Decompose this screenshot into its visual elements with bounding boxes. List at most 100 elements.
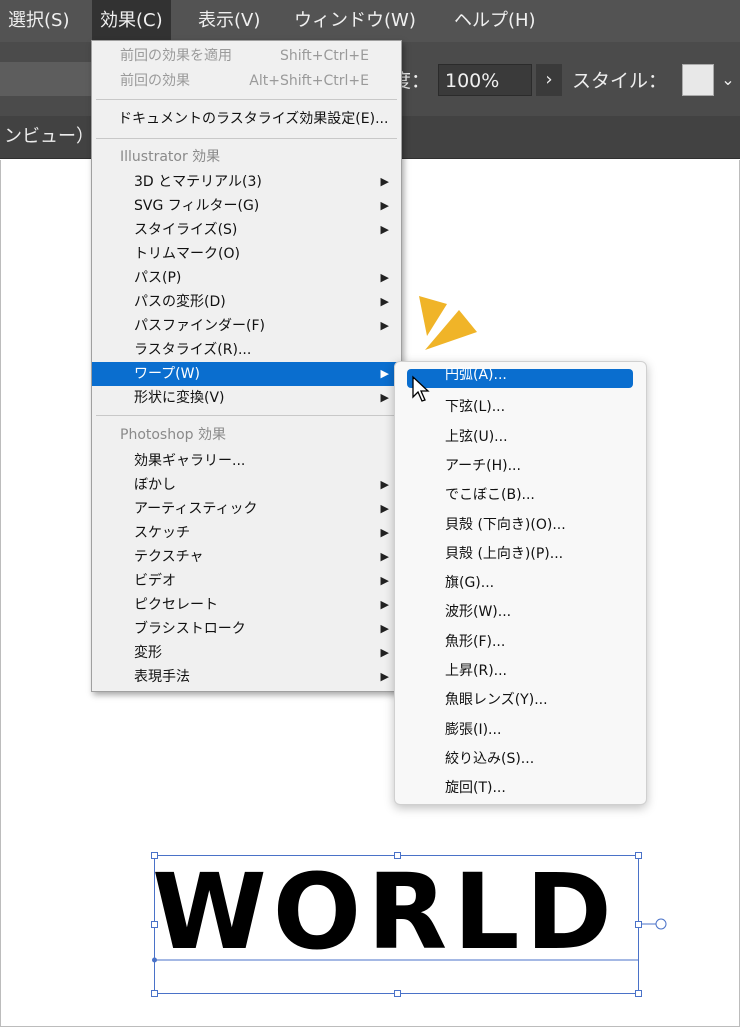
warp-item-label: 円弧(A)... — [445, 367, 507, 383]
menu-item-photoshop-2[interactable]: アーティスティック ▶ — [92, 497, 401, 521]
menu-item-label: 効果ギャラリー... — [134, 453, 246, 469]
warp-item-10[interactable]: 上昇(R)... — [395, 658, 646, 684]
menu-item-label: パスファインダー(F) — [134, 318, 265, 334]
menu-window[interactable]: ウィンドウ(W) — [286, 0, 424, 42]
menu-item-label: テクスチャ — [134, 549, 204, 565]
menu-view[interactable]: 表示(V) — [190, 0, 268, 42]
menu-item-photoshop-4[interactable]: テクスチャ ▶ — [92, 545, 401, 569]
warp-item-14[interactable]: 旋回(T)... — [395, 775, 646, 801]
selection-handle[interactable] — [151, 990, 158, 997]
submenu-arrow-icon: ▶ — [380, 550, 389, 563]
menu-item-label: スタイライズ(S) — [134, 222, 238, 238]
selection-handle[interactable] — [394, 990, 401, 997]
menu-item-illustrator-3[interactable]: トリムマーク(O) — [92, 242, 401, 266]
submenu-arrow-icon: ▶ — [380, 598, 389, 611]
selection-handle[interactable] — [635, 990, 642, 997]
warp-item-label: 下弦(L)... — [445, 399, 506, 416]
warp-item-11[interactable]: 魚眼レンズ(Y)... — [395, 687, 646, 713]
menu-help[interactable]: ヘルプ(H) — [446, 0, 544, 42]
menu-item-label: ぼかし — [134, 477, 176, 493]
menu-item-label: ワープ(W) — [134, 366, 200, 382]
menu-item-photoshop-7[interactable]: ブラシストローク ▶ — [92, 617, 401, 641]
menu-item-label: 変形 — [134, 645, 162, 661]
menu-select[interactable]: 選択(S) — [0, 0, 77, 42]
menu-item-illustrator-1[interactable]: SVG フィルター(G) ▶ — [92, 194, 401, 218]
opacity-input[interactable]: 100% — [438, 64, 532, 96]
warp-item-9[interactable]: 魚形(F)... — [395, 629, 646, 655]
section-header-illustrator: Illustrator 効果 — [120, 149, 221, 165]
menu-item-label: 形状に変換(V) — [134, 390, 225, 406]
warp-item-0[interactable]: 円弧(A)... — [395, 365, 646, 391]
menu-item-last-effect[interactable]: 前回の効果 Alt+Shift+Ctrl+E — [92, 69, 401, 93]
submenu-arrow-icon: ▶ — [380, 646, 389, 659]
menu-item-photoshop-1[interactable]: ぼかし ▶ — [92, 473, 401, 497]
warp-item-2[interactable]: 上弦(U)... — [395, 424, 646, 450]
section-header-photoshop: Photoshop 効果 — [120, 427, 227, 443]
menu-divider — [96, 138, 397, 139]
emphasis-rays-icon — [419, 296, 477, 350]
warp-item-4[interactable]: でこぼこ(B)... — [395, 482, 646, 508]
menu-item-illustrator-0[interactable]: 3D とマテリアル(3) ▶ — [92, 170, 401, 194]
warp-item-label: 旋回(T)... — [445, 780, 506, 797]
selection-handle[interactable] — [635, 852, 642, 859]
style-swatch[interactable] — [682, 64, 714, 96]
warp-item-7[interactable]: 旗(G)... — [395, 570, 646, 596]
menu-item-illustrator-4[interactable]: パス(P) ▶ — [92, 266, 401, 290]
submenu-arrow-icon: ▶ — [380, 175, 389, 188]
warp-item-label: 上弦(U)... — [445, 428, 508, 445]
selection-handle[interactable] — [394, 852, 401, 859]
highlight-bar — [407, 369, 633, 388]
submenu-arrow-icon: ▶ — [380, 223, 389, 236]
menu-item-photoshop-8[interactable]: 変形 ▶ — [92, 641, 401, 665]
warp-item-12[interactable]: 膨張(I)... — [395, 717, 646, 743]
warp-item-label: 貝殻 (上向き)(P)... — [445, 545, 564, 562]
warp-item-label: でこぼこ(B)... — [445, 487, 535, 504]
menu-item-illustrator-8[interactable]: ワープ(W) ▶ — [92, 362, 401, 386]
submenu-arrow-icon: ▶ — [380, 199, 389, 212]
submenu-arrow-icon: ▶ — [380, 574, 389, 587]
warp-item-5[interactable]: 貝殻 (下向き)(O)... — [395, 512, 646, 538]
warp-item-label: 波形(W)... — [445, 604, 512, 621]
menu-item-label: トリムマーク(O) — [134, 246, 240, 262]
warp-item-8[interactable]: 波形(W)... — [395, 599, 646, 625]
document-tab[interactable]: ンビュー） — [0, 116, 94, 158]
submenu-arrow-icon: ▶ — [380, 319, 389, 332]
menu-item-label: SVG フィルター(G) — [134, 198, 260, 214]
menu-item-illustrator-7[interactable]: ラスタライズ(R)... — [92, 338, 401, 362]
menu-item-photoshop-3[interactable]: スケッチ ▶ — [92, 521, 401, 545]
submenu-arrow-icon: ▶ — [380, 367, 389, 380]
control-bar-left-field[interactable] — [0, 62, 100, 96]
chevron-down-icon[interactable]: ⌄ — [716, 64, 740, 96]
mouse-cursor-icon — [412, 375, 430, 402]
menu-item-illustrator-6[interactable]: パスファインダー(F) ▶ — [92, 314, 401, 338]
selection-handle[interactable] — [151, 852, 158, 859]
menu-item-illustrator-5[interactable]: パスの変形(D) ▶ — [92, 290, 401, 314]
submenu-arrow-icon: ▶ — [380, 526, 389, 539]
selection-handle[interactable] — [635, 921, 642, 928]
warp-item-3[interactable]: アーチ(H)... — [395, 453, 646, 479]
menu-item-photoshop-6[interactable]: ピクセレート ▶ — [92, 593, 401, 617]
warp-item-label: 魚形(F)... — [445, 633, 506, 650]
warp-item-label: 膨張(I)... — [445, 721, 502, 738]
menu-item-label: スケッチ — [134, 525, 190, 541]
menu-item-label: ブラシストローク — [134, 621, 246, 637]
selection-bounding-box[interactable] — [148, 850, 670, 1000]
opacity-arrow-button[interactable]: › — [536, 64, 562, 96]
menu-item-label: ビデオ — [134, 573, 176, 589]
warp-item-13[interactable]: 絞り込み(S)... — [395, 746, 646, 772]
menu-item-photoshop-9[interactable]: 表現手法 ▶ — [92, 665, 401, 689]
submenu-arrow-icon: ▶ — [380, 502, 389, 515]
menu-item-illustrator-2[interactable]: スタイライズ(S) ▶ — [92, 218, 401, 242]
menu-item-apply-last-effect[interactable]: 前回の効果を適用 Shift+Ctrl+E — [92, 44, 401, 68]
warp-item-6[interactable]: 貝殻 (上向き)(P)... — [395, 541, 646, 567]
submenu-arrow-icon: ▶ — [380, 295, 389, 308]
menu-item-illustrator-9[interactable]: 形状に変換(V) ▶ — [92, 386, 401, 410]
menu-item-photoshop-0[interactable]: 効果ギャラリー... — [92, 449, 401, 473]
menu-item-label: パスの変形(D) — [134, 294, 226, 310]
menu-item-raster-settings[interactable]: ドキュメントのラスタライズ効果設定(E)... — [92, 107, 401, 131]
menu-item-photoshop-5[interactable]: ビデオ ▶ — [92, 569, 401, 593]
warp-item-1[interactable]: 下弦(L)... — [395, 394, 646, 420]
menu-effect[interactable]: 効果(C) — [92, 0, 171, 42]
menu-item-label: パス(P) — [134, 270, 182, 286]
selection-handle[interactable] — [151, 921, 158, 928]
